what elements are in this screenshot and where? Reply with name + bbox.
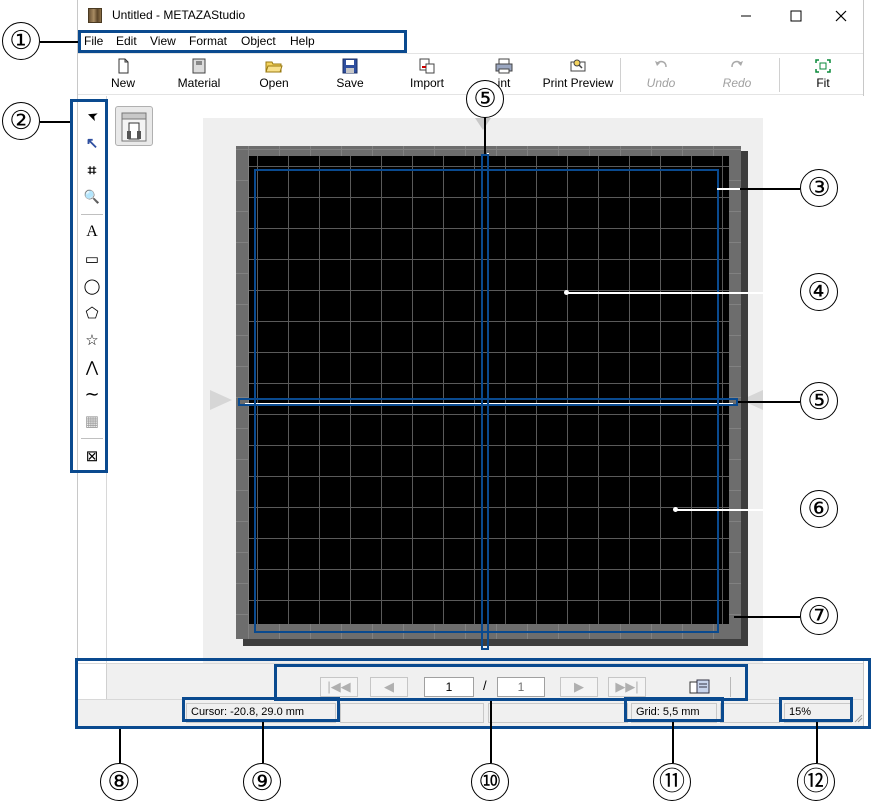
window-title: Untitled - METAZAStudio — [112, 8, 246, 22]
leader-11 — [672, 722, 674, 763]
close-button[interactable] — [818, 0, 864, 32]
redo-label: Redo — [722, 76, 752, 90]
callout-1: ① — [2, 22, 40, 60]
leader-10 — [490, 701, 492, 763]
horizontal-center-highlight — [238, 398, 738, 406]
open-folder-icon — [265, 61, 283, 73]
save-label: Save — [336, 76, 364, 90]
callout-12: ⑫ — [797, 763, 835, 801]
undo-label: Undo — [646, 76, 676, 90]
title-bar: Untitled - METAZAStudio — [78, 0, 863, 32]
open-label: Open — [259, 76, 289, 90]
callout-9: ⑨ — [243, 763, 281, 801]
maximize-icon — [790, 10, 802, 22]
fit-label: Fit — [816, 76, 830, 90]
material-settings-icon[interactable] — [115, 106, 153, 146]
callout-5-top: ⑤ — [466, 80, 504, 118]
grid-highlight — [624, 697, 724, 722]
leader-4-dot — [564, 290, 569, 295]
leader-12 — [816, 722, 818, 763]
callout-2: ② — [2, 102, 40, 140]
material-icon — [192, 58, 206, 74]
leader-5-top — [484, 117, 486, 154]
close-icon — [835, 10, 847, 22]
callout-11: ⑪ — [653, 763, 691, 801]
app-icon — [88, 8, 102, 23]
redo-icon — [731, 60, 743, 68]
minimize-icon — [741, 15, 751, 17]
callout-6: ⑥ — [800, 490, 838, 528]
fit-button[interactable]: Fit — [808, 58, 838, 94]
leader-7 — [734, 616, 800, 618]
leader-3b — [740, 188, 800, 190]
material-label: Material — [177, 76, 221, 90]
cursor-highlight — [182, 697, 340, 722]
callout-8: ⑧ — [100, 763, 138, 801]
print-preview-label: Print Preview — [542, 76, 614, 90]
undo-icon — [655, 60, 667, 68]
print-preview-button[interactable]: Print Preview — [541, 58, 615, 94]
leader-1 — [40, 41, 78, 43]
callout-10: ⑩ — [471, 763, 509, 801]
save-icon — [342, 58, 358, 74]
leader-4 — [567, 292, 800, 294]
leader-5-right — [738, 401, 800, 403]
import-button[interactable]: Import — [406, 58, 448, 94]
menu-highlight — [78, 30, 407, 53]
maximize-button[interactable] — [773, 0, 819, 32]
new-document-icon — [118, 58, 129, 74]
redo-button[interactable]: Redo — [720, 58, 754, 94]
new-button[interactable]: New — [108, 58, 138, 94]
callout-4: ④ — [800, 273, 838, 311]
fit-icon — [815, 59, 831, 73]
print-preview-icon — [570, 59, 586, 72]
callout-7: ⑦ — [800, 597, 838, 635]
material-button[interactable]: Material — [173, 58, 225, 94]
undo-button[interactable]: Undo — [644, 58, 678, 94]
zoom-highlight — [779, 697, 853, 722]
leader-6-dot — [673, 507, 678, 512]
tool-panel-highlight — [70, 99, 108, 473]
printer-icon — [495, 58, 513, 74]
leader-2 — [40, 121, 70, 123]
minimize-button[interactable] — [723, 0, 769, 32]
navigation-highlight — [274, 664, 748, 701]
new-label: New — [110, 76, 135, 90]
leader-8 — [119, 729, 121, 763]
leader-9 — [262, 722, 264, 763]
toolbar-separator — [620, 58, 621, 92]
import-label: Import — [409, 76, 444, 90]
leader-6 — [676, 509, 800, 511]
callout-5-right: ⑤ — [800, 382, 838, 420]
save-button[interactable]: Save — [334, 58, 366, 94]
callout-3: ③ — [800, 169, 838, 207]
top-origin-marker — [475, 118, 491, 130]
import-icon — [419, 58, 435, 74]
toolbar-separator — [779, 58, 780, 92]
open-button[interactable]: Open — [256, 58, 292, 94]
material-stack-icon — [121, 112, 147, 142]
left-origin-marker — [210, 390, 232, 410]
